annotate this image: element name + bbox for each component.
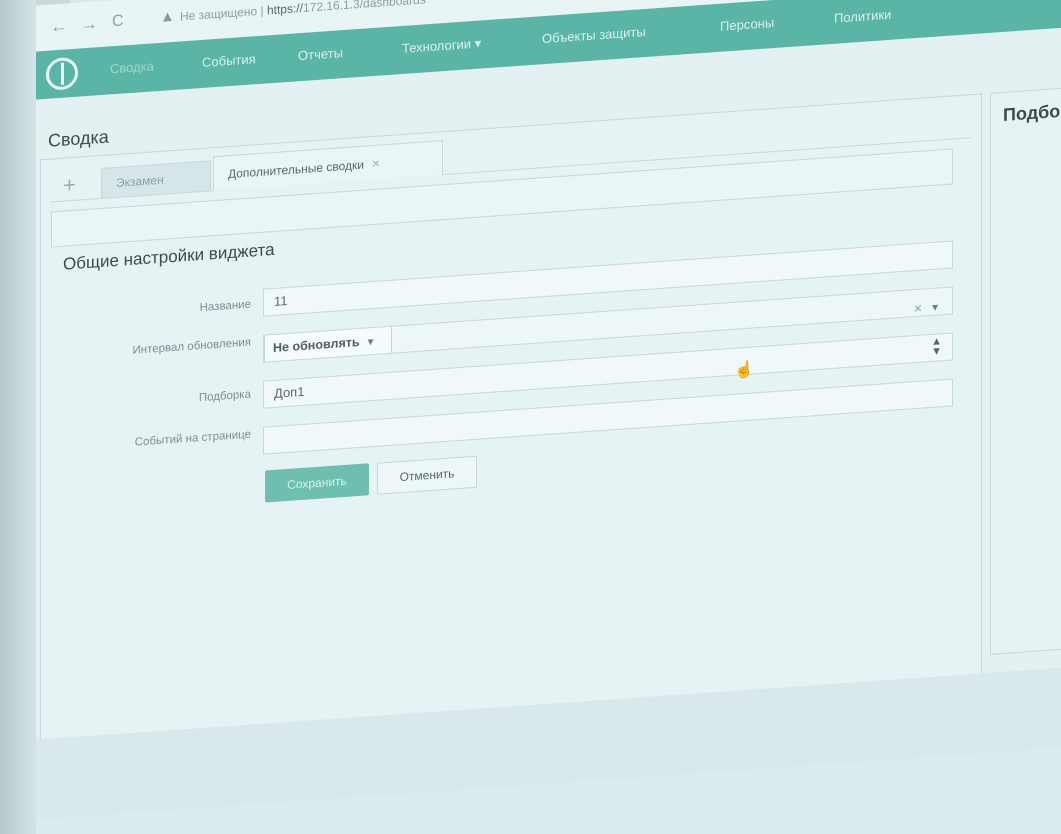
section-title: Общие настройки виджета xyxy=(63,239,275,274)
interval-value: Не обновлять xyxy=(273,334,360,356)
nav-item-policies[interactable]: Политики xyxy=(834,7,891,26)
right-panel-title: Подбо xyxy=(1003,100,1061,125)
url-field[interactable]: Не защищено | https://172.16.1.3/dashboa… xyxy=(180,0,426,24)
security-label: Не защищено xyxy=(180,4,258,24)
tab-extra-summaries[interactable]: Дополнительные сводки × xyxy=(213,140,443,192)
save-button[interactable]: Сохранить xyxy=(265,463,369,503)
warning-icon: ▲ xyxy=(160,7,175,26)
interval-select[interactable]: Не обновлять ▼ xyxy=(264,325,392,363)
tab-exam[interactable]: Экзамен xyxy=(101,160,211,199)
url-path: 172.16.1.3/dashboards xyxy=(302,0,426,15)
nav-item-protected-objects[interactable]: Объекты защиты xyxy=(542,24,646,46)
tab-label: Дополнительные сводки xyxy=(228,157,364,182)
close-icon[interactable]: × xyxy=(372,156,380,172)
page-title: Сводка xyxy=(48,126,109,151)
nav-item-summary[interactable]: Сводка xyxy=(110,58,154,76)
cancel-button[interactable]: Отменить xyxy=(377,455,477,495)
logo-icon[interactable] xyxy=(46,56,78,91)
right-panel: Подбо xyxy=(990,81,1061,655)
back-icon[interactable]: ← xyxy=(50,15,68,37)
hand-cursor-icon: ☝ xyxy=(734,361,754,380)
spinner-arrows-icon[interactable]: ▲ ▼ xyxy=(931,335,942,358)
selection-value: Доп1 xyxy=(274,383,305,401)
interval-label: Интервал обновления xyxy=(132,336,251,357)
nav-item-technologies[interactable]: Технологии ▾ xyxy=(402,35,481,57)
selection-label: Подборка xyxy=(198,388,251,405)
url-scheme: https:// xyxy=(266,0,303,18)
nav-item-reports[interactable]: Отчеты xyxy=(298,45,343,63)
name-label: Название xyxy=(199,298,251,315)
add-tab-icon[interactable]: + xyxy=(63,172,76,198)
monitor-bezel xyxy=(0,0,36,834)
chevron-down-icon: ▼ xyxy=(365,336,376,349)
screen: ← → C ▲ Не защищено | https://172.16.1.3… xyxy=(0,0,1061,834)
chevron-down-icon[interactable]: ▼ xyxy=(930,295,940,322)
app-window: ← → C ▲ Не защищено | https://172.16.1.3… xyxy=(30,0,1061,821)
nav-item-persons[interactable]: Персоны xyxy=(720,15,774,34)
tab-label: Экзамен xyxy=(116,172,164,190)
clear-icon[interactable]: × xyxy=(914,295,922,322)
reload-icon[interactable]: C xyxy=(112,12,124,31)
main-panel: + Экзамен Дополнительные сводки × Общие н… xyxy=(40,93,982,762)
forward-icon[interactable]: → xyxy=(80,13,98,35)
per-page-label: Событий на странице xyxy=(134,428,251,449)
nav-item-events[interactable]: События xyxy=(202,51,256,70)
